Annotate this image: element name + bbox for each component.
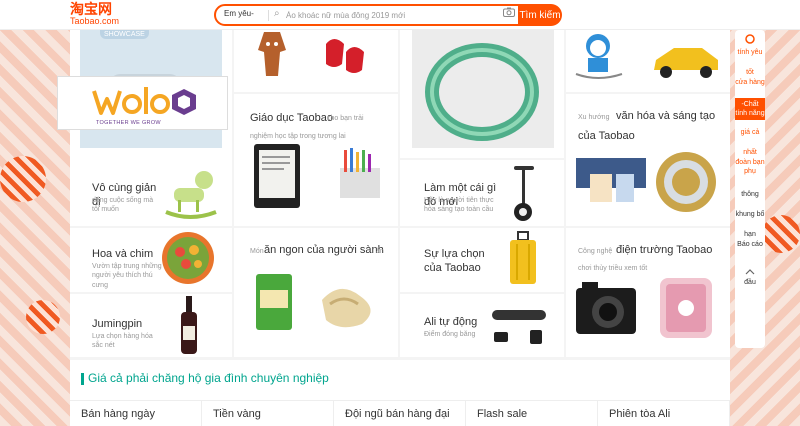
sidebar-item-best[interactable]: nhất: [735, 148, 765, 157]
camera-icon[interactable]: [503, 7, 515, 20]
tab-ali-trial[interactable]: Phiên tòa Ali: [598, 401, 730, 426]
sidebar-item-good[interactable]: tốt: [735, 68, 765, 77]
tile-auto[interactable]: Ali tự động Điểm đóng băng: [400, 294, 564, 357]
decorative-ball: [0, 156, 46, 202]
search-box: Em yêu- ⌕: [214, 4, 556, 26]
tile-kids-fashion[interactable]: [234, 30, 398, 92]
wine-bottle-image: [181, 296, 197, 354]
car-mirror-image: [492, 310, 546, 344]
search-divider: [268, 10, 269, 21]
tile-food[interactable]: Món ăn ngon của người sành ăn: [234, 228, 398, 357]
tile-choice[interactable]: Sự lựa chọn của Taobao: [400, 228, 564, 292]
search-input[interactable]: [286, 8, 506, 22]
sidebar-item-frame[interactable]: khung bổ: [735, 210, 765, 219]
tab-daily-sale[interactable]: Bán hàng ngày: [70, 401, 202, 426]
welog-logo: TOGETHER WE GROW: [57, 76, 228, 130]
kids-clothes-image: [258, 32, 364, 76]
tile-jade[interactable]: [400, 30, 564, 158]
tile-cool[interactable]: Làm một cái gì đó mới Hãy là người tiên …: [400, 160, 564, 226]
welog-tagline: TOGETHER WE GROW: [96, 120, 161, 126]
flower-pot-image: [162, 232, 214, 284]
top-header: 淘宝网 Taobao.com Em yêu- ⌕ Tìm kiếm: [0, 0, 800, 30]
tile-jumingpin[interactable]: Jumingpin Lựa chọn hàng hóa sắc nét: [70, 294, 232, 357]
tile-flowers[interactable]: Hoa và chim Vườn tập trung những người y…: [70, 228, 232, 292]
search-category-dropdown[interactable]: Em yêu-: [224, 9, 254, 18]
search-icon: ⌕: [274, 8, 280, 19]
bottom-tabs: Bán hàng ngày Tiền vàng Đội ngũ bán hàng…: [70, 400, 730, 426]
tile-tech[interactable]: Công nghệ điện trường Taobao chơi thủy t…: [566, 228, 730, 357]
tile-education[interactable]: Giáo dục Taobao cho bạn trải nghiệm học …: [234, 94, 398, 226]
sidebar-item-group[interactable]: đoàn bạn phụ: [735, 158, 765, 176]
tile-culture[interactable]: Xu hướng văn hóa và sáng tạo của Taobao: [566, 94, 730, 226]
hoverboard-image: [514, 166, 534, 221]
search-button[interactable]: Tìm kiếm: [518, 4, 562, 26]
sidebar-item-love[interactable]: tính yêu: [735, 48, 765, 57]
sidebar-item-report[interactable]: Báo cáo: [735, 240, 765, 249]
tab-flash-sale[interactable]: Flash sale: [466, 401, 598, 426]
jade-bracelet-image: [425, 43, 539, 141]
bottom-section: Giá cả phải chăng hộ gia đình chuyên ngh…: [70, 360, 730, 426]
sidebar-item-limit[interactable]: hạn: [735, 230, 765, 239]
heading-accent-bar: [81, 373, 84, 385]
tile-toys[interactable]: [566, 30, 730, 92]
sidebar-item-info[interactable]: thông: [735, 190, 765, 199]
food-products-image: [256, 274, 371, 330]
right-sidebar-nav: tính yêu tốt cửa hàng -Chất tính năng gi…: [735, 30, 765, 348]
tab-gold-coins[interactable]: Tiền vàng: [202, 401, 334, 426]
decorative-ball: [26, 300, 60, 334]
rocking-horse-image: [165, 171, 217, 219]
section-heading: Giá cả phải chăng hộ gia đình chuyên ngh…: [88, 371, 329, 385]
ereader-pencils-image: [254, 144, 380, 208]
camera-phone-image: [576, 278, 712, 338]
suitcase-image: [510, 231, 536, 284]
sidebar-item-top[interactable]: đầu: [735, 278, 765, 287]
sidebar-top-icon[interactable]: [735, 34, 765, 47]
tab-sales-team[interactable]: Đội ngũ bán hàng đại: [334, 401, 466, 426]
culture-products-image: [576, 152, 716, 212]
sidebar-item-store[interactable]: cửa hàng: [735, 78, 765, 87]
taobao-logo[interactable]: 淘宝网 Taobao.com: [70, 2, 119, 26]
toys-image: [575, 34, 718, 79]
sidebar-item-price[interactable]: giá cả: [735, 128, 765, 137]
sidebar-item-quality[interactable]: -Chất tính năng: [735, 98, 765, 121]
tile-fun[interactable]: Vô cùng giản dị dáng cuộc sống mà tôi mu…: [70, 160, 232, 226]
logo-english: Taobao.com: [70, 16, 120, 26]
logo-chinese: 淘宝网: [70, 1, 112, 17]
decorative-ball: [762, 215, 800, 253]
